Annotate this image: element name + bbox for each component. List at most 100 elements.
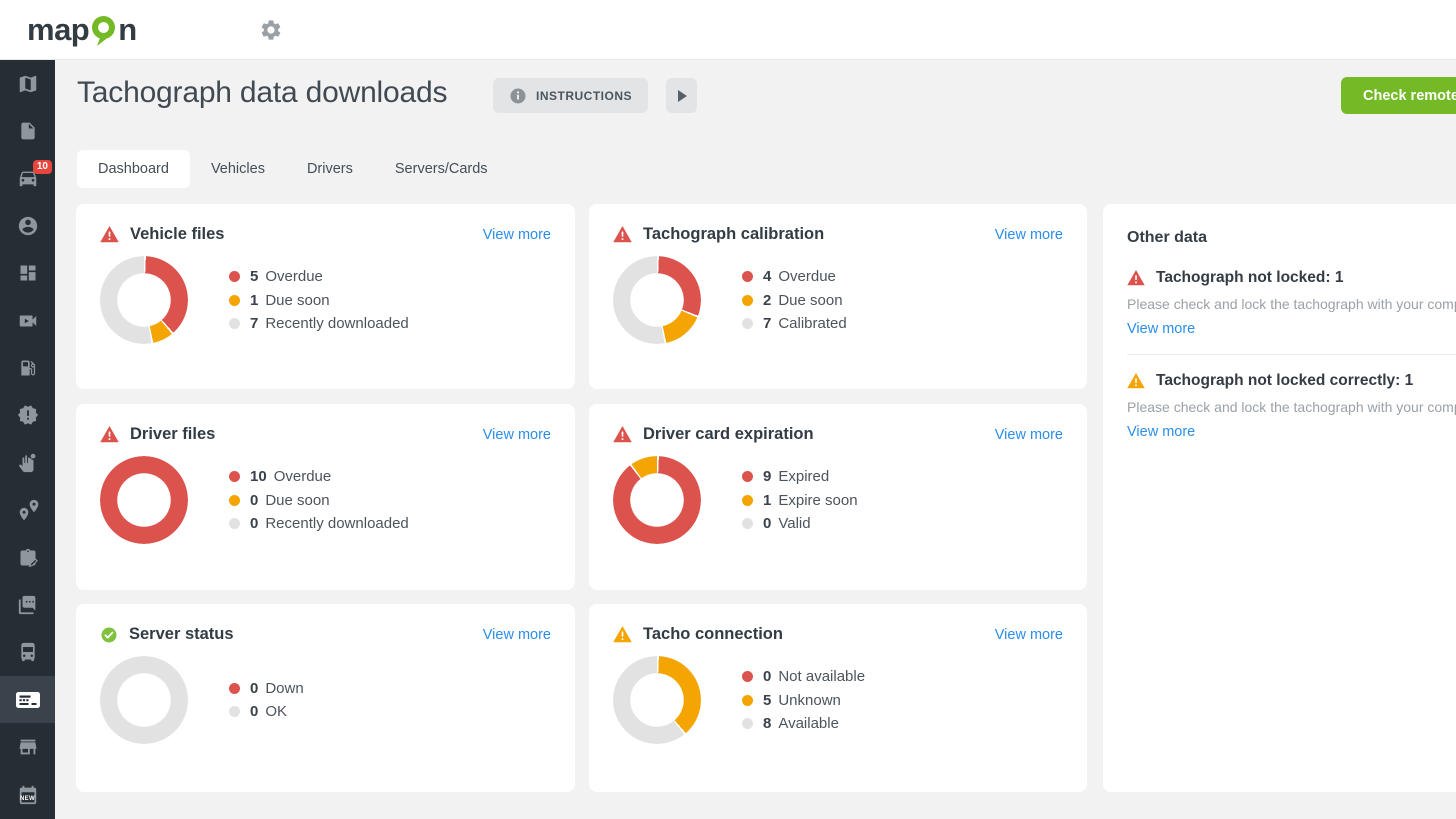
sidebar-item-alerts[interactable] — [0, 392, 55, 439]
legend-value: 5 — [250, 268, 258, 285]
view-more-link[interactable]: View more — [995, 227, 1063, 243]
fuel-pump-icon — [18, 358, 38, 378]
card-title: Driver files — [130, 425, 215, 444]
other-item-title: Tachograph not locked correctly: 1 — [1156, 372, 1413, 390]
legend-label: Recently downloaded — [265, 515, 408, 532]
chart-legend: 10 Overdue 0Due soon 0 Recently downloaded — [229, 465, 409, 536]
card-header: Tacho connectionView more — [613, 625, 1063, 644]
legend-item: 1Expire soon — [742, 488, 858, 512]
legend-dot — [229, 295, 240, 306]
sidebar-item-chat[interactable] — [0, 581, 55, 628]
legend-value: 0 — [250, 515, 258, 532]
garage-store-icon — [17, 736, 39, 758]
chart-legend: 9Expired1Expire soon0Valid — [742, 465, 858, 536]
legend-label: Calibrated — [778, 315, 846, 332]
alerts-burst-icon — [17, 404, 39, 426]
legend-dot — [229, 683, 240, 694]
view-more-link[interactable]: View more — [1127, 424, 1195, 440]
sidebar-item-services[interactable] — [0, 439, 55, 486]
donut-chart — [100, 456, 188, 544]
warning-triangle-icon — [100, 426, 119, 443]
sidebar-item-routes[interactable] — [0, 487, 55, 534]
top-bar: map n — [0, 0, 1456, 60]
other-data-item: Tachograph not locked correctly: 1 Pleas… — [1127, 372, 1456, 441]
instructions-button[interactable]: INSTRUCTIONS — [493, 78, 648, 113]
tab-servers-cards[interactable]: Servers/Cards — [374, 150, 509, 188]
sidebar-item-tasks[interactable] — [0, 534, 55, 581]
tab-dashboard[interactable]: Dashboard — [77, 150, 190, 188]
sidebar-item-garage[interactable] — [0, 723, 55, 770]
play-icon — [678, 90, 687, 102]
legend-label: Overdue — [274, 468, 332, 485]
divider — [1127, 354, 1456, 355]
legend-dot — [742, 271, 753, 282]
view-more-link[interactable]: View more — [483, 227, 551, 243]
legend-item: 7Recently downloaded — [229, 312, 409, 336]
card-header: Driver files View more — [100, 425, 551, 444]
legend-dot — [742, 471, 753, 482]
play-video-button[interactable] — [666, 78, 697, 113]
chart-legend: 0Down0OK — [229, 677, 304, 724]
settings-gear-icon[interactable] — [259, 18, 283, 42]
legend-label: Expire soon — [778, 492, 857, 509]
warning-triangle-icon — [1127, 270, 1145, 286]
legend-label: Due soon — [265, 292, 329, 309]
view-more-link[interactable]: View more — [1127, 321, 1195, 337]
new-badge: NEW — [20, 796, 35, 802]
view-more-link[interactable]: View more — [995, 627, 1063, 643]
view-more-link[interactable]: View more — [483, 627, 551, 643]
legend-dot — [742, 518, 753, 529]
legend-item: 2Due soon — [742, 288, 847, 312]
sidebar-item-tachograph[interactable] — [0, 676, 55, 723]
other-data-title: Other data — [1127, 229, 1456, 247]
chart-area: 10 Overdue 0Due soon 0 Recently downloaded — [100, 456, 551, 544]
mapon-logo[interactable]: map n — [27, 13, 137, 47]
view-more-link[interactable]: View more — [995, 427, 1063, 443]
card-tachograph-calibration: Tachograph calibrationView more4Overdue2… — [589, 204, 1087, 389]
sidebar: 10 NEW — [0, 60, 55, 819]
map-icon — [17, 73, 39, 95]
other-data-item: Tachograph not locked: 1 Please check an… — [1127, 269, 1456, 338]
legend-dot — [229, 471, 240, 482]
legend-item: 0Due soon — [229, 488, 409, 512]
sidebar-item-dashboard[interactable] — [0, 250, 55, 297]
legend-label: Due soon — [778, 292, 842, 309]
card-title: Tachograph calibration — [643, 225, 824, 244]
sidebar-item-users[interactable] — [0, 202, 55, 249]
sidebar-item-fuel[interactable] — [0, 344, 55, 391]
route-pins-icon — [16, 498, 40, 522]
chart-legend: 0Not available5Unknown8Available — [742, 665, 865, 736]
legend-dot — [742, 671, 753, 682]
legend-label: OK — [265, 703, 287, 720]
legend-item: 0OK — [229, 700, 304, 724]
card-title: Driver card expiration — [643, 425, 814, 444]
legend-label: Down — [265, 680, 303, 697]
calendar-new-icon — [17, 784, 39, 806]
tab-drivers[interactable]: Drivers — [286, 150, 374, 188]
check-circle-icon — [100, 626, 118, 644]
document-icon — [18, 121, 38, 141]
donut-chart — [100, 656, 188, 744]
logo-text-before: map — [27, 13, 89, 47]
legend-item: 0 Recently downloaded — [229, 512, 409, 536]
green-speech-bubble-o-icon — [90, 15, 117, 47]
warning-triangle-icon — [1127, 373, 1145, 389]
other-item-description: Please check and lock the tachograph wit… — [1127, 399, 1456, 415]
sidebar-item-documents[interactable] — [0, 107, 55, 154]
sidebar-item-cameras[interactable] — [0, 297, 55, 344]
legend-label: Due soon — [265, 492, 329, 509]
legend-item: 0Not available — [742, 665, 865, 689]
legend-value: 10 — [250, 468, 267, 485]
sidebar-item-map[interactable] — [0, 60, 55, 107]
chart-area: 0Not available5Unknown8Available — [613, 656, 1063, 744]
sidebar-item-calendar[interactable]: NEW — [0, 771, 55, 818]
sidebar-item-vehicles[interactable]: 10 — [0, 155, 55, 202]
card-driver-card-expiration: Driver card expiration View more 9Expired1… — [589, 404, 1087, 590]
other-item-title: Tachograph not locked: 1 — [1156, 269, 1343, 287]
sidebar-item-transport[interactable] — [0, 629, 55, 676]
check-remote-downloads-button[interactable]: Check remote downloads — [1341, 77, 1456, 114]
view-more-link[interactable]: View more — [483, 427, 551, 443]
warning-triangle-icon — [613, 226, 632, 243]
dashboard-grid-icon — [18, 263, 38, 283]
tab-vehicles[interactable]: Vehicles — [190, 150, 286, 188]
